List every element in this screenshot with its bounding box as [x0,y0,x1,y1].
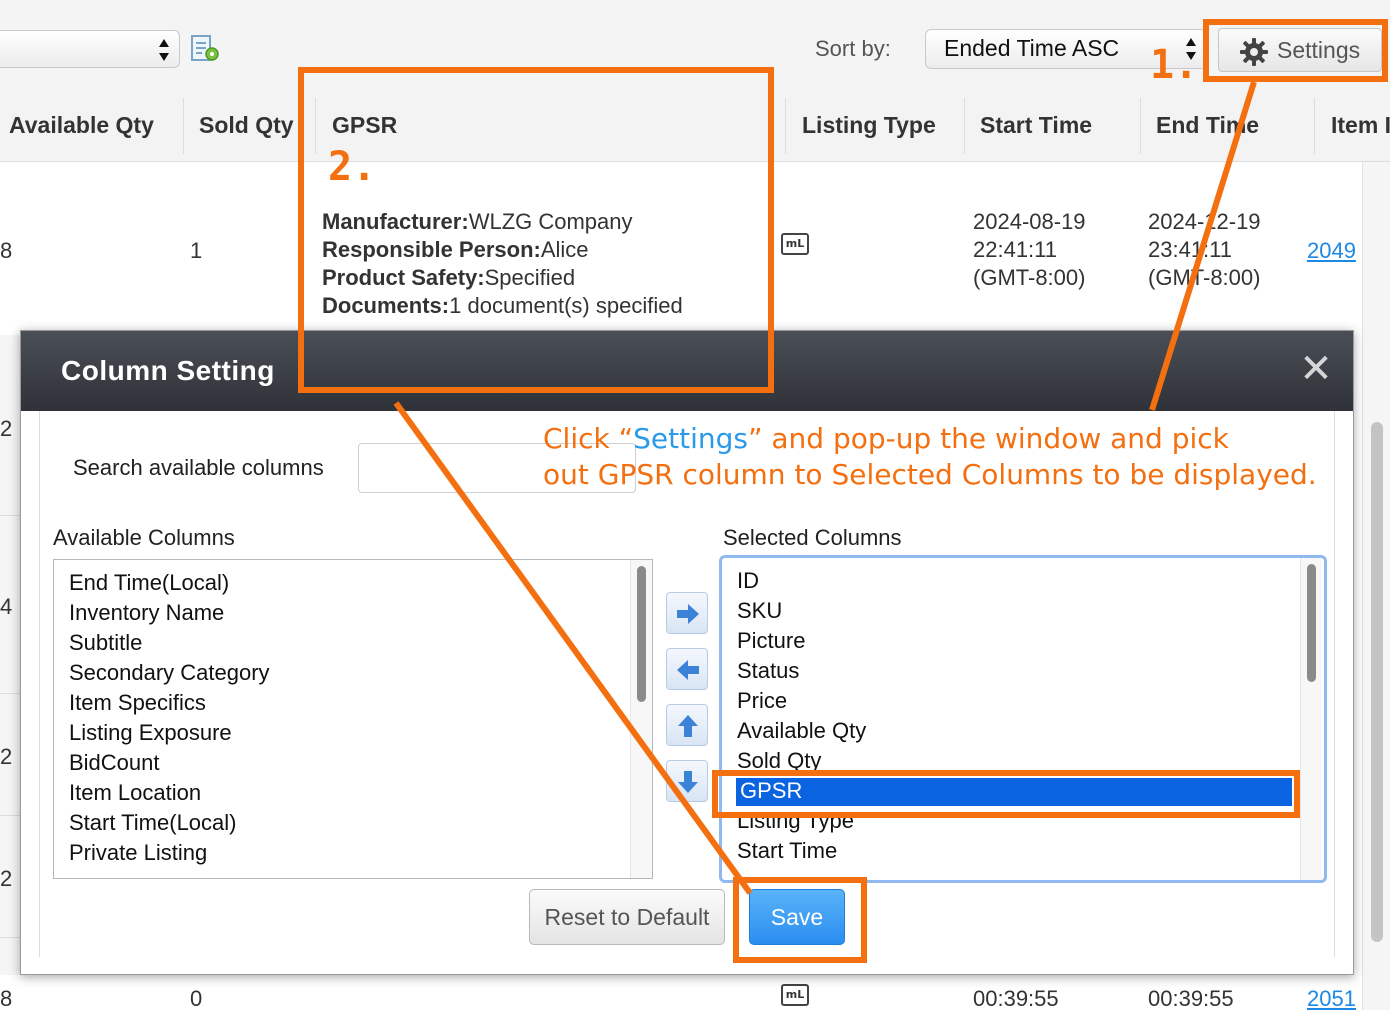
annotation-instruction-line-1: Click “Settings” and pop-up the window a… [543,422,1229,455]
annotation-instruction-line-2: out GPSR column to Selected Columns to b… [543,458,1317,491]
annotation-step-1: 1. [1150,42,1199,88]
annotation-gpsr-selected-box [712,770,1300,818]
annotation-settings-box [1203,19,1388,82]
annotation-save-box [733,877,867,963]
annotation-gpsr-box [298,67,774,393]
annotation-step-2: 2. [328,144,377,190]
